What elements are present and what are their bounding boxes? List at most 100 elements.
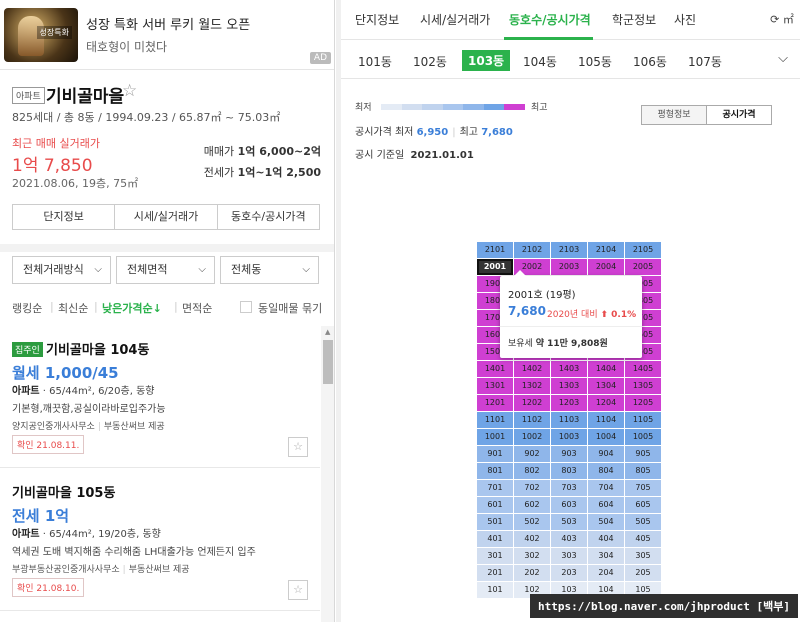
list-scrollbar[interactable]: ▲: [321, 326, 334, 622]
unit-cell[interactable]: 2003: [551, 259, 587, 275]
unit-cell[interactable]: 505: [625, 514, 661, 530]
unit-cell[interactable]: 704: [588, 480, 624, 496]
unit-cell[interactable]: 701: [477, 480, 513, 496]
unit-cell[interactable]: 602: [514, 497, 550, 513]
complex-info-button[interactable]: 단지정보: [13, 205, 116, 229]
chevron-down-icon[interactable]: ⌵: [778, 51, 788, 66]
unit-cell[interactable]: 1105: [625, 412, 661, 428]
ad-title[interactable]: 성장 특화 서버 루키 월드 오픈: [86, 14, 250, 33]
unit-cell[interactable]: 1404: [588, 361, 624, 377]
unit-cell[interactable]: 1202: [514, 395, 550, 411]
unit-cell[interactable]: 1402: [514, 361, 550, 377]
building-tab[interactable]: 101동: [358, 53, 392, 70]
unit-cell[interactable]: 204: [588, 565, 624, 581]
unit-cell[interactable]: 203: [551, 565, 587, 581]
unit-cell[interactable]: 1305: [625, 378, 661, 394]
listing-name[interactable]: 기비골마을 105동: [12, 482, 115, 501]
tab-school-info[interactable]: 학군정보: [612, 11, 656, 28]
unit-cell[interactable]: 802: [514, 463, 550, 479]
unit-cell[interactable]: 1005: [625, 429, 661, 445]
unit-cell[interactable]: 401: [477, 531, 513, 547]
same-listing-checkbox[interactable]: [240, 301, 252, 313]
unit-cell[interactable]: 504: [588, 514, 624, 530]
scrollbar-thumb[interactable]: [323, 340, 333, 384]
unit-cell[interactable]: 1302: [514, 378, 550, 394]
listing-card[interactable]: 집주인 기비골마을 104동 월세 1,000/45 아파트 · 65/44m²…: [0, 326, 320, 468]
unit-cell[interactable]: 305: [625, 548, 661, 564]
ad-banner[interactable]: 성장특화 성장 특화 서버 루키 월드 오픈 태호형이 미쳤다 AD: [0, 0, 334, 70]
unit-cell[interactable]: 1204: [588, 395, 624, 411]
unit-cell[interactable]: 904: [588, 446, 624, 462]
price-trend-button[interactable]: 시세/실거래가: [115, 205, 218, 229]
tab-photos[interactable]: 사진: [674, 11, 696, 28]
unit-cell[interactable]: 705: [625, 480, 661, 496]
unit-cell[interactable]: 1203: [551, 395, 587, 411]
unit-cell[interactable]: 1104: [588, 412, 624, 428]
unit-cell[interactable]: 302: [514, 548, 550, 564]
unit-cell[interactable]: 2101: [477, 242, 513, 258]
unit-cell[interactable]: 101: [477, 582, 513, 598]
unit-cell[interactable]: 1002: [514, 429, 550, 445]
tab-price-trend[interactable]: 시세/실거래가: [420, 11, 490, 28]
unit-cell[interactable]: 1103: [551, 412, 587, 428]
tab-complex-info[interactable]: 단지정보: [355, 11, 399, 28]
unit-cell[interactable]: 902: [514, 446, 550, 462]
sort-latest[interactable]: 최신순: [58, 300, 88, 316]
unit-cell[interactable]: 1003: [551, 429, 587, 445]
unit-cell[interactable]: 503: [551, 514, 587, 530]
unit-cell[interactable]: 604: [588, 497, 624, 513]
unit-cell[interactable]: 605: [625, 497, 661, 513]
unit-cell[interactable]: 1403: [551, 361, 587, 377]
area-select[interactable]: 전체면적 ⌵: [116, 256, 215, 284]
building-tab-selected[interactable]: 103동: [462, 50, 511, 71]
unit-cell[interactable]: 2004: [588, 259, 624, 275]
unit-cell[interactable]: 303: [551, 548, 587, 564]
unit-cell[interactable]: 2103: [551, 242, 587, 258]
building-tab[interactable]: 105동: [578, 53, 612, 70]
unit-cell[interactable]: 2104: [588, 242, 624, 258]
building-select[interactable]: 전체동 ⌵: [220, 256, 319, 284]
unit-cell[interactable]: 804: [588, 463, 624, 479]
unit-cell[interactable]: 502: [514, 514, 550, 530]
unit-cell[interactable]: 603: [551, 497, 587, 513]
unit-cell[interactable]: 403: [551, 531, 587, 547]
sort-ranking[interactable]: 랭킹순: [12, 300, 42, 316]
unit-cell[interactable]: 1304: [588, 378, 624, 394]
unit-cell[interactable]: 903: [551, 446, 587, 462]
unit-cell[interactable]: 1205: [625, 395, 661, 411]
unit-cell[interactable]: 901: [477, 446, 513, 462]
unit-cell[interactable]: 801: [477, 463, 513, 479]
building-tab[interactable]: 102동: [413, 53, 447, 70]
building-tab[interactable]: 104동: [523, 53, 557, 70]
area-info-toggle[interactable]: 평형정보: [642, 106, 706, 124]
sort-area[interactable]: 면적순: [182, 300, 212, 316]
unit-cell[interactable]: 803: [551, 463, 587, 479]
scroll-up-icon[interactable]: ▲: [325, 328, 330, 336]
unit-cell[interactable]: 2105: [625, 242, 661, 258]
favorite-star-icon[interactable]: ☆: [122, 81, 137, 101]
trade-type-select[interactable]: 전체거래방식 ⌵: [12, 256, 111, 284]
ad-image[interactable]: 성장특화: [4, 8, 78, 62]
public-price-toggle[interactable]: 공시가격: [706, 106, 771, 124]
unit-cell[interactable]: 404: [588, 531, 624, 547]
building-tab[interactable]: 107동: [688, 53, 722, 70]
unit-cell[interactable]: 501: [477, 514, 513, 530]
unit-cell[interactable]: 703: [551, 480, 587, 496]
favorite-star-icon[interactable]: ☆: [288, 437, 308, 457]
unit-toggle-button[interactable]: ⟳ ㎡: [768, 9, 796, 31]
unit-cell-selected[interactable]: 2001: [477, 259, 513, 275]
unit-cell[interactable]: 1303: [551, 378, 587, 394]
unit-cell[interactable]: 702: [514, 480, 550, 496]
sort-lowest-price[interactable]: 낮은가격순↓: [102, 300, 162, 316]
tab-unit-public-price[interactable]: 동호수/공시가격: [509, 11, 591, 28]
same-listing-label[interactable]: 동일매물 묶기: [258, 300, 322, 316]
unit-public-price-button[interactable]: 동호수/공시가격: [218, 205, 319, 229]
listing-name[interactable]: 기비골마을 104동: [46, 339, 149, 358]
unit-cell[interactable]: 905: [625, 446, 661, 462]
unit-cell[interactable]: 301: [477, 548, 513, 564]
unit-cell[interactable]: 2102: [514, 242, 550, 258]
unit-cell[interactable]: 201: [477, 565, 513, 581]
unit-cell[interactable]: 601: [477, 497, 513, 513]
unit-cell[interactable]: 805: [625, 463, 661, 479]
unit-cell[interactable]: 205: [625, 565, 661, 581]
